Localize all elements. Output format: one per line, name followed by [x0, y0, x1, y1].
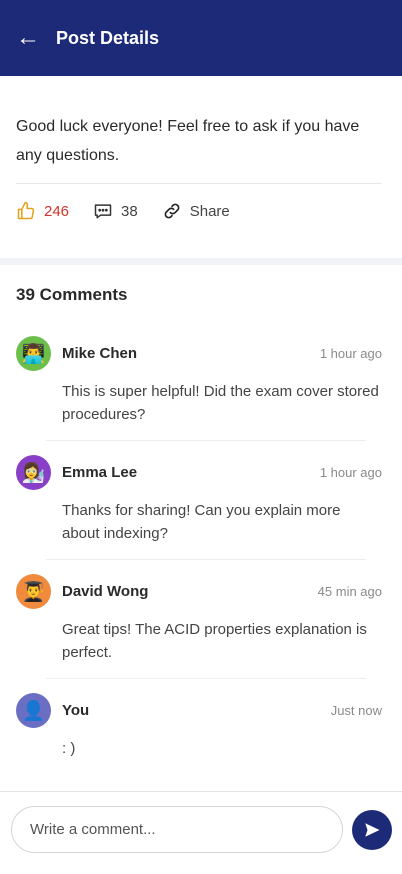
bottom-safe-area [0, 853, 402, 874]
like-count: 246 [44, 202, 70, 220]
comment-divider [46, 678, 366, 679]
comment-text: This is super helpful! Did the exam cove… [62, 383, 379, 423]
comment-composer [0, 791, 402, 853]
share-label: Share [189, 202, 230, 220]
avatar-icon: 👨‍💻 [21, 343, 46, 365]
post-actions: 246 38 Share [16, 200, 254, 222]
page-title: Post Details [56, 27, 160, 48]
comment-time: 1 hour ago [319, 346, 382, 361]
link-icon [164, 203, 180, 219]
comment-author[interactable]: Emma Lee [62, 464, 137, 481]
avatar[interactable]: 👩‍🔬 [16, 455, 51, 490]
comment-author[interactable]: Mike Chen [62, 345, 137, 362]
comment-divider [46, 559, 366, 560]
post-text: Good luck everyone! Feel free to ask if … [16, 118, 360, 164]
comment-text: : ) [62, 740, 76, 757]
comment-divider [46, 440, 366, 441]
send-icon [365, 823, 380, 837]
avatar[interactable]: 👨‍🎓 [16, 574, 51, 609]
avatar-icon: 👤 [21, 700, 46, 722]
comment-count: 38 [121, 202, 138, 220]
comment-text: Thanks for sharing! Can you explain more… [62, 502, 341, 542]
app-header: ← Post Details [0, 0, 402, 76]
thumbs-up-icon [17, 201, 35, 220]
comment-icon [94, 204, 112, 219]
comment-text: Great tips! The ACID properties explanat… [62, 621, 367, 661]
post-divider [16, 183, 382, 184]
comments-title: 39 Comments [16, 285, 128, 304]
comments-section: 39 Comments 👨‍💻 Mike Chen 1 hour ago Thi… [0, 265, 402, 791]
comment-button[interactable]: 38 [93, 201, 138, 221]
avatar-icon: 👨‍🎓 [21, 581, 46, 603]
avatar[interactable]: 👨‍💻 [16, 336, 51, 371]
arrow-left-icon[interactable]: ← [16, 26, 40, 50]
avatar-icon: 👩‍🔬 [21, 462, 46, 484]
share-button[interactable]: Share [162, 201, 230, 221]
comment-author[interactable]: You [62, 702, 89, 719]
comment-time: 45 min ago [317, 584, 382, 599]
avatar[interactable]: 👤 [16, 693, 51, 728]
comment-input[interactable] [11, 806, 343, 853]
comment-time: Just now [330, 703, 382, 718]
comment-author[interactable]: David Wong [62, 583, 148, 600]
send-button[interactable] [352, 810, 392, 850]
post-card: Good luck everyone! Feel free to ask if … [0, 76, 402, 258]
like-button[interactable]: 246 [16, 201, 69, 221]
comment-time: 1 hour ago [319, 465, 382, 480]
